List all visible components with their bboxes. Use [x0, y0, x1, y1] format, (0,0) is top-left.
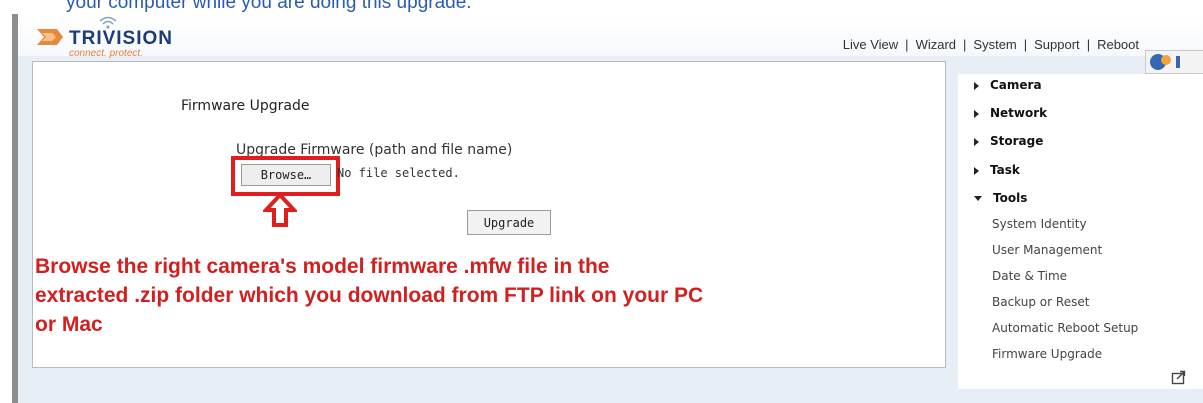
sidebar-item-network[interactable]: Network: [974, 106, 1047, 120]
nav-separator: |: [905, 37, 909, 52]
annotation-line: or Mac: [35, 313, 103, 336]
arrow-up-icon: [263, 192, 297, 227]
top-caption: your computer while you are doing this u…: [66, 0, 472, 13]
sidebar: Camera Network Storage Task Tools System…: [958, 74, 1203, 389]
nav-separator: |: [963, 37, 967, 52]
highlight-box: [231, 156, 340, 196]
page-title: Firmware Upgrade: [181, 98, 310, 114]
file-status: No file selected.: [337, 166, 460, 180]
chevron-down-icon: [974, 196, 982, 201]
nav-separator: |: [1086, 37, 1091, 52]
sidebar-item-storage[interactable]: Storage: [974, 134, 1043, 148]
nav-support[interactable]: Support: [1034, 37, 1080, 52]
sidebar-item-tools[interactable]: Tools: [974, 191, 1027, 205]
wifi-icon: [99, 16, 117, 29]
sidebar-item-label: Storage: [990, 134, 1044, 148]
main-panel: Firmware Upgrade Upgrade Firmware (path …: [32, 61, 946, 368]
sidebar-subitem-backup-reset[interactable]: Backup or Reset: [992, 295, 1089, 309]
sidebar-subitem-date-time[interactable]: Date & Time: [992, 269, 1067, 283]
logo-icon: [37, 29, 63, 45]
badge-icon[interactable]: [1145, 50, 1203, 74]
nav-reboot[interactable]: Reboot: [1097, 37, 1139, 52]
sidebar-subitem-user-management[interactable]: User Management: [992, 243, 1102, 257]
nav-wizard[interactable]: Wizard: [916, 37, 956, 52]
chevron-right-icon: [974, 109, 979, 118]
brand-name: TRIVISION: [69, 28, 174, 49]
nav-system[interactable]: System: [973, 37, 1016, 52]
left-rule: [12, 14, 18, 403]
annotation-line: Browse the right camera's model firmware…: [35, 255, 610, 278]
annotation-line: extracted .zip folder which you download…: [35, 284, 704, 307]
nav-live-view[interactable]: Live View: [843, 37, 898, 52]
export-icon[interactable]: [1171, 369, 1187, 385]
brand-tagline: connect. protect.: [69, 48, 143, 59]
sidebar-subitem-system-identity[interactable]: System Identity: [992, 217, 1087, 231]
chevron-right-icon: [974, 137, 979, 146]
sidebar-subitem-auto-reboot[interactable]: Automatic Reboot Setup: [992, 321, 1138, 335]
top-nav: Live View | Wizard | System | Support | Reboot: [843, 37, 1139, 52]
annotation-text: Browse the right camera's model firmware…: [35, 252, 935, 339]
upgrade-button[interactable]: Upgrade: [467, 210, 551, 235]
sidebar-item-label: Tools: [993, 191, 1028, 205]
sidebar-item-task[interactable]: Task: [974, 163, 1020, 177]
header: TRIVISION connect. protect. Live View | Wi…: [18, 14, 1203, 74]
camera-web-ui: TRIVISION connect. protect. Live View | Wi…: [12, 14, 1203, 403]
sidebar-item-label: Task: [990, 163, 1020, 177]
chevron-right-icon: [974, 166, 979, 175]
sidebar-item-label: Camera: [990, 78, 1042, 92]
chevron-right-icon: [974, 81, 979, 90]
sidebar-item-label: Network: [990, 106, 1048, 120]
sidebar-subitem-firmware-upgrade[interactable]: Firmware Upgrade: [992, 347, 1102, 361]
sidebar-item-camera[interactable]: Camera: [974, 78, 1042, 92]
nav-separator: |: [1023, 37, 1028, 52]
